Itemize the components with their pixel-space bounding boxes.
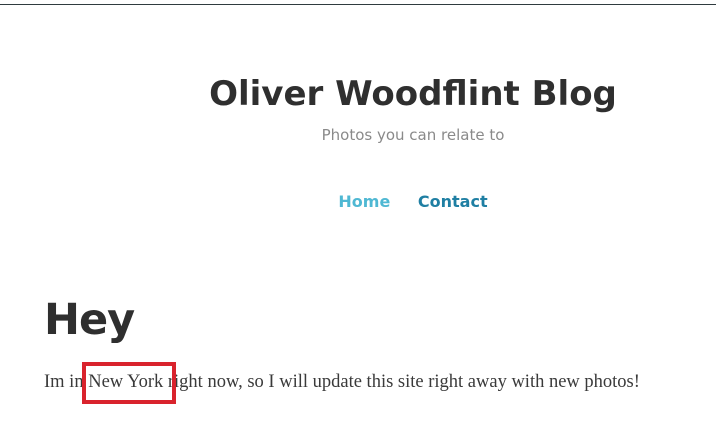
nav-link-home[interactable]: Home	[338, 192, 390, 211]
top-border	[0, 4, 716, 5]
site-title[interactable]: Oliver Woodflint Blog	[0, 70, 716, 118]
post-body-location: New York	[88, 372, 164, 392]
main-navigation: Home Contact	[0, 192, 716, 212]
nav-link-contact[interactable]: Contact	[418, 192, 488, 211]
post-title: Hey	[44, 295, 135, 345]
post-body-text-before: Im in	[44, 372, 89, 392]
post-body-text-after: right now, so I will update this site ri…	[163, 372, 640, 392]
site-tagline: Photos you can relate to	[321, 126, 505, 144]
post-body: Im in New York right now, so I will upda…	[44, 370, 640, 394]
